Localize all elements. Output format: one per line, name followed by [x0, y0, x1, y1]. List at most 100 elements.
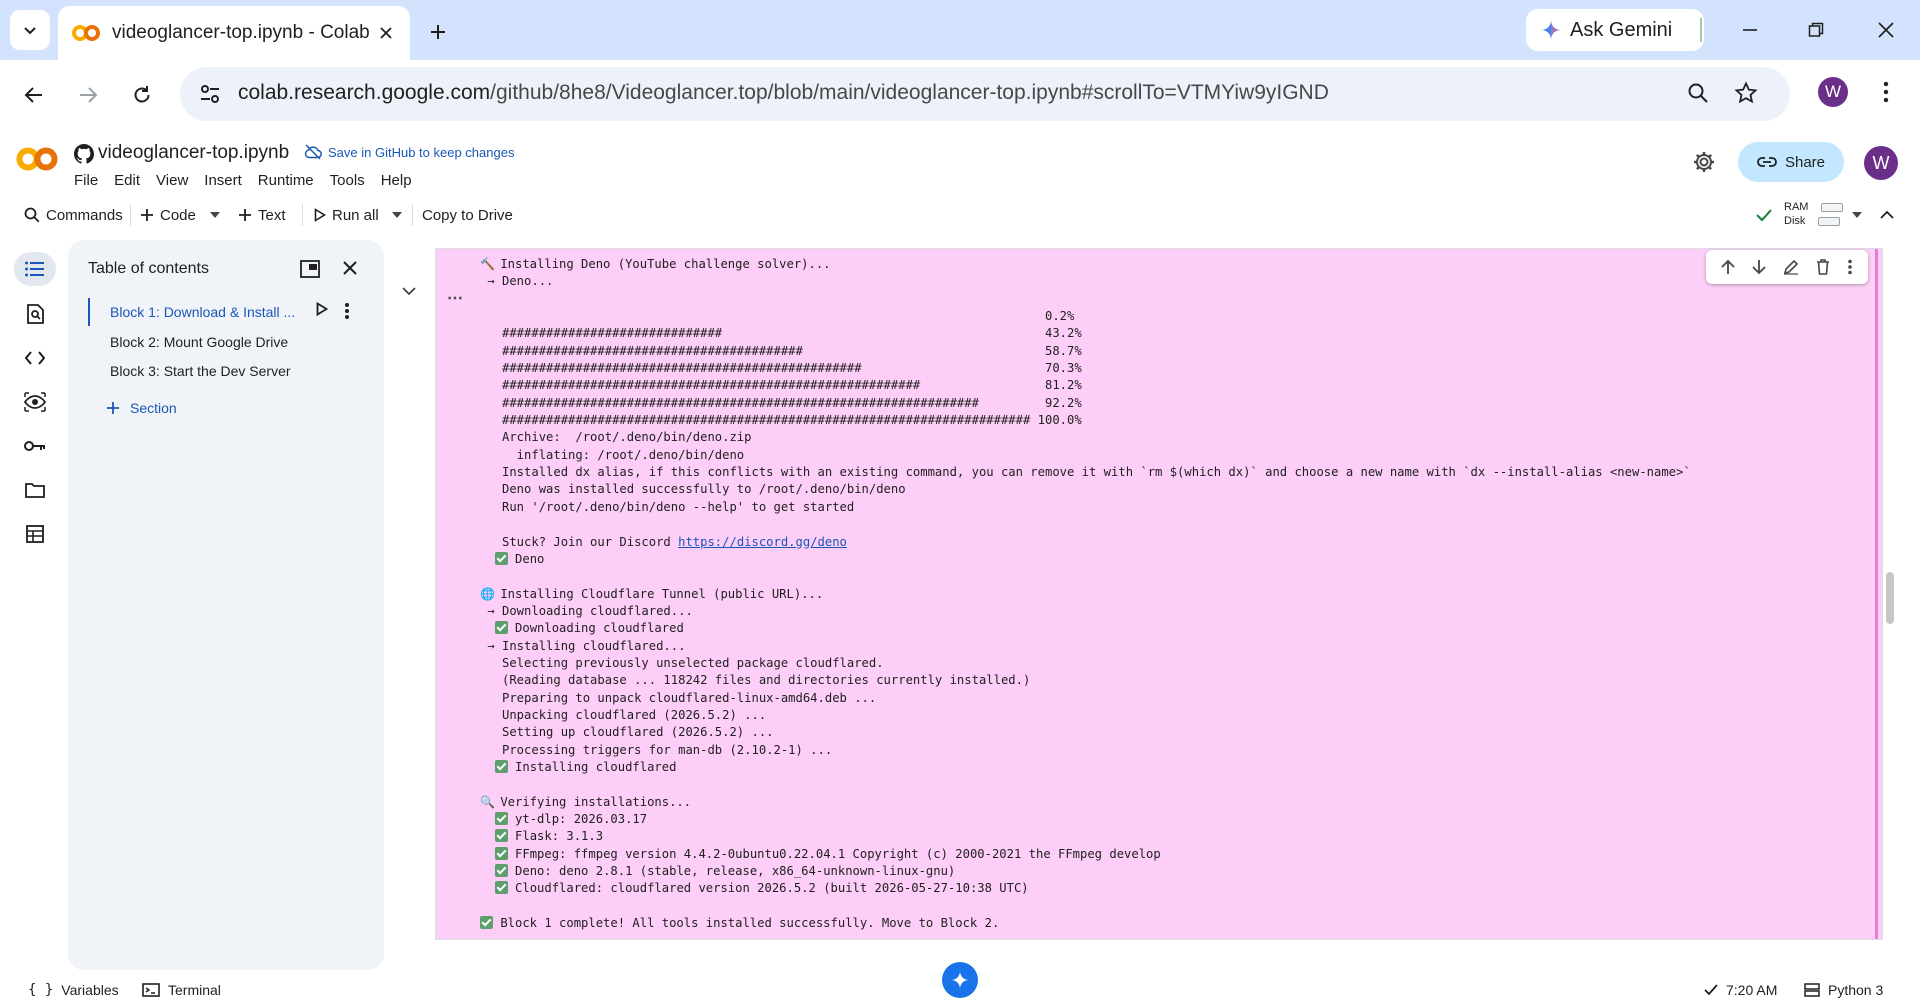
output-line-text: ########################################… — [480, 395, 1082, 410]
find-rail-button[interactable] — [14, 297, 56, 331]
save-to-github-link[interactable]: Save in GitHub to keep changes — [304, 144, 514, 160]
bookmark-star-icon[interactable] — [1734, 81, 1758, 105]
play-icon[interactable] — [316, 302, 328, 316]
zoom-icon[interactable] — [1686, 81, 1710, 105]
add-code-button[interactable]: Code — [140, 202, 196, 228]
chevron-down-icon[interactable] — [402, 286, 416, 296]
close-icon — [1878, 22, 1894, 38]
output-line: Run '/root/.deno/bin/deno --help' to get… — [480, 499, 1860, 516]
inspector-rail-button[interactable] — [14, 385, 56, 419]
forward-button[interactable] — [70, 77, 106, 113]
data-table-rail-button[interactable] — [14, 517, 56, 551]
run-all-button[interactable]: Run all — [314, 202, 379, 228]
menu-help[interactable]: Help — [381, 172, 420, 189]
add-text-button[interactable]: Text — [238, 202, 286, 228]
url-text[interactable]: colab.research.google.com/github/8he8/Vi… — [238, 81, 1329, 105]
colab-favicon-icon — [72, 25, 100, 41]
browser-toolbar: colab.research.google.com/github/8he8/Vi… — [0, 60, 1920, 130]
scrollbar-thumb[interactable] — [1886, 572, 1894, 624]
menu-insert[interactable]: Insert — [204, 172, 250, 189]
close-icon[interactable] — [342, 260, 358, 276]
runtime-dropdown[interactable] — [1852, 202, 1862, 228]
open-in-tab-icon[interactable] — [300, 260, 320, 278]
connected-check-icon — [1756, 209, 1772, 222]
toc-item-block-3[interactable]: Block 3: Start the Dev Server — [88, 357, 348, 385]
menu-file[interactable]: File — [74, 172, 106, 189]
ask-gemini-button[interactable]: Ask Gemini — [1526, 9, 1704, 51]
add-code-dropdown[interactable] — [210, 202, 220, 228]
plus-icon — [141, 209, 153, 221]
url-path: /github/8he8/Videoglancer.top/blob/main/… — [490, 81, 1329, 104]
output-line: → Downloading cloudflared... — [480, 603, 1860, 620]
output-line-text: Installed dx alias, if this conflicts wi… — [480, 465, 1691, 480]
colab-logo-icon[interactable] — [16, 146, 58, 172]
menu-edit[interactable]: Edit — [114, 172, 148, 189]
toc-rail-button[interactable] — [14, 252, 56, 286]
address-bar[interactable]: colab.research.google.com/github/8he8/Vi… — [180, 67, 1790, 121]
reload-button[interactable] — [124, 77, 160, 113]
eye-icon — [24, 392, 46, 412]
output-line: Unpacking cloudflared (2026.5.2) ... — [480, 707, 1860, 724]
output-line: 🔨 Installing Deno (YouTube challenge sol… — [480, 256, 1860, 273]
tab-close-icon[interactable] — [374, 21, 398, 45]
code-snippets-rail-button[interactable] — [14, 341, 56, 375]
divider — [130, 204, 131, 226]
output-line-text: Installing Deno (YouTube challenge solve… — [493, 257, 831, 271]
resource-monitor[interactable]: RAM Disk — [1784, 200, 1843, 228]
gear-icon[interactable] — [1692, 150, 1716, 174]
close-window-button[interactable] — [1870, 14, 1902, 46]
browser-tab[interactable]: videoglancer-top.ipynb - Colab — [58, 6, 410, 60]
output-line: Selecting previously unselected package … — [480, 655, 1860, 672]
minimize-button[interactable] — [1734, 14, 1766, 46]
files-rail-button[interactable] — [14, 473, 56, 507]
commands-button[interactable]: Commands — [24, 202, 123, 228]
output-actions-icon[interactable]: ⋯ — [447, 288, 463, 308]
output-line-text: Installing cloudflared — [507, 759, 677, 774]
add-text-label: Text — [258, 206, 286, 224]
menu-runtime[interactable]: Runtime — [258, 172, 322, 189]
more-vert-icon[interactable] — [344, 302, 350, 320]
variables-label: Variables — [61, 982, 119, 998]
toc-item-block-2[interactable]: Block 2: Mount Google Drive — [88, 328, 348, 356]
browser-menu-button[interactable] — [1872, 78, 1900, 106]
execution-status[interactable]: 7:20 AM — [1704, 982, 1777, 998]
notebook-title[interactable]: videoglancer-top.ipynb — [98, 142, 289, 164]
output-line: (Reading database ... 118242 files and d… — [480, 672, 1860, 689]
output-line-text: Cloudflared: cloudflared version 2026.5.… — [507, 881, 1029, 896]
copy-to-drive-button[interactable]: Copy to Drive — [422, 202, 513, 228]
new-tab-button[interactable] — [422, 16, 454, 48]
secrets-rail-button[interactable] — [14, 429, 56, 463]
output-line-text: Unpacking cloudflared (2026.5.2) ... — [480, 707, 767, 722]
tab-title: videoglancer-top.ipynb - Colab — [112, 22, 370, 43]
menu-view[interactable]: View — [156, 172, 196, 189]
terminal-button[interactable]: Terminal — [142, 982, 221, 998]
variables-button[interactable]: { } Variables — [28, 982, 119, 998]
run-all-label: Run all — [332, 206, 379, 224]
gemini-fab-button[interactable] — [942, 962, 978, 998]
browser-profile-avatar[interactable]: W — [1818, 77, 1848, 107]
back-button[interactable] — [16, 77, 52, 113]
list-icon — [25, 261, 44, 277]
output-line: Installed dx alias, if this conflicts wi… — [480, 464, 1860, 481]
run-all-dropdown[interactable] — [392, 202, 402, 228]
collapse-header-button[interactable] — [1880, 202, 1894, 228]
discord-link[interactable]: https://discord.gg/deno — [678, 535, 847, 549]
add-section-button[interactable]: Section — [106, 400, 177, 416]
restore-button[interactable] — [1800, 14, 1832, 46]
toc-item-block-1[interactable]: Block 1: Download & Install ... — [88, 298, 348, 326]
output-log: 🔨 Installing Deno (YouTube challenge sol… — [480, 256, 1860, 932]
account-avatar[interactable]: W — [1864, 146, 1898, 180]
tab-search-button[interactable] — [10, 10, 50, 50]
output-line-text: Selecting previously unselected package … — [480, 655, 884, 670]
output-line-text: Run '/root/.deno/bin/deno --help' to get… — [480, 499, 855, 514]
add-code-label: Code — [160, 206, 196, 224]
output-line-text: Deno — [507, 551, 545, 566]
runtime-type[interactable]: Python 3 — [1804, 982, 1883, 998]
folder-icon — [25, 483, 45, 498]
restore-icon — [1808, 22, 1824, 37]
site-info-icon[interactable] — [198, 82, 222, 106]
menu-tools[interactable]: Tools — [330, 172, 373, 189]
share-button[interactable]: Share — [1738, 142, 1844, 182]
output-line: Setting up cloudflared (2026.5.2) ... — [480, 724, 1860, 741]
output-line-text: (Reading database ... 118242 files and d… — [480, 673, 1031, 688]
